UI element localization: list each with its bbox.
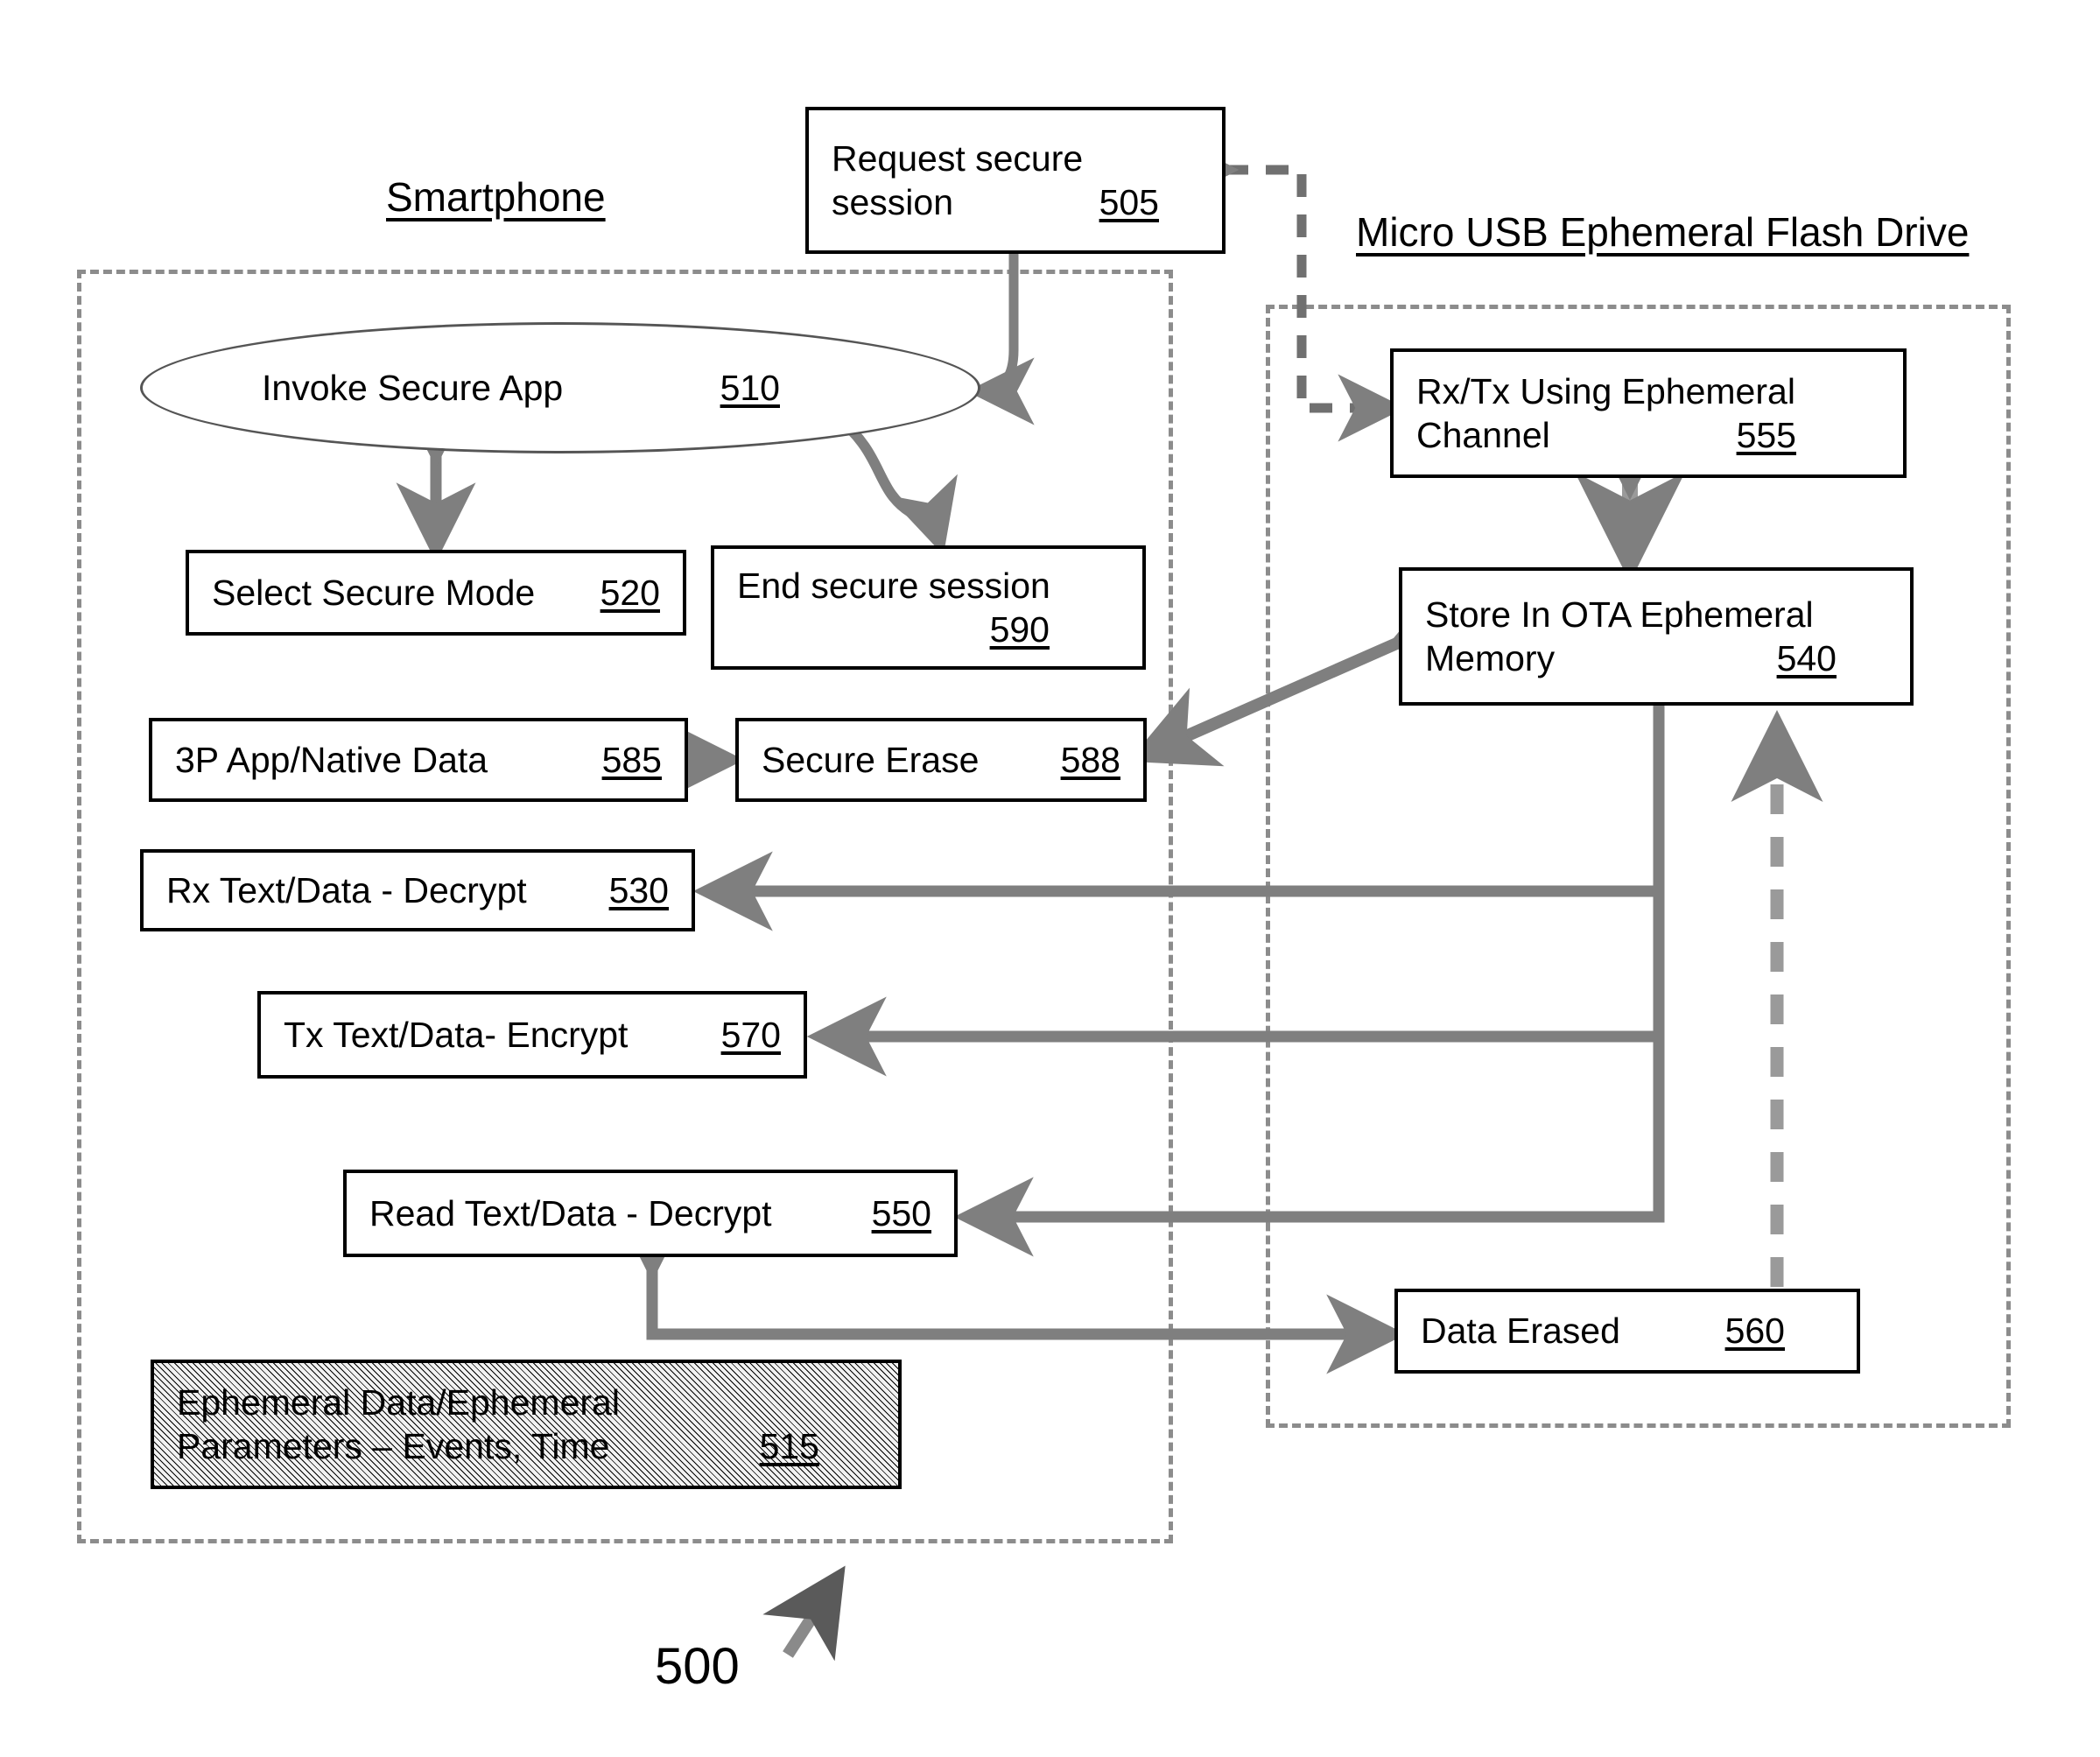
smartphone-header: Smartphone	[386, 174, 606, 220]
node-request-secure-session-ref: 505	[1099, 182, 1159, 222]
node-end-secure-session-ref: 590	[989, 609, 1050, 650]
node-store-ota-ephemeral-memory-ref: 540	[1776, 638, 1837, 678]
node-ephemeral-parameters-line2: Parameters – Events, Time	[177, 1426, 610, 1466]
node-request-secure-session-line2: session	[832, 182, 954, 222]
node-select-secure-mode[interactable]: Select Secure Mode 520	[186, 550, 686, 636]
node-tx-text-data-encrypt-content: Tx Text/Data- Encrypt 570	[261, 1013, 804, 1057]
connector-store-to-secure-erase	[1128, 574, 1481, 767]
node-invoke-secure-app[interactable]: Invoke Secure App 510	[140, 322, 980, 453]
node-tx-text-data-encrypt-ref: 570	[720, 1014, 781, 1055]
node-read-text-data-decrypt-ref: 550	[871, 1192, 931, 1233]
node-data-erased[interactable]: Data Erased 560	[1394, 1289, 1860, 1374]
node-third-party-native-data-label: 3P App/Native Data	[175, 739, 488, 780]
node-select-secure-mode-ref: 520	[600, 572, 660, 613]
node-secure-erase-ref: 588	[1060, 739, 1120, 780]
node-select-secure-mode-label: Select Secure Mode	[212, 572, 536, 613]
node-ephemeral-parameters-line1: Ephemeral Data/Ephemeral	[177, 1381, 620, 1423]
node-ephemeral-parameters-content: Ephemeral Data/Ephemeral Parameters – Ev…	[154, 1381, 898, 1468]
node-store-ota-ephemeral-memory-content: Store In OTA Ephemeral Memory 540	[1402, 593, 1910, 680]
node-third-party-native-data[interactable]: 3P App/Native Data 585	[149, 718, 688, 802]
node-store-ota-ephemeral-memory-line1: Store In OTA Ephemeral	[1425, 594, 1814, 635]
node-invoke-secure-app-label: Invoke Secure App	[262, 367, 564, 408]
node-rx-text-data-decrypt[interactable]: Rx Text/Data - Decrypt 530	[140, 849, 695, 931]
node-tx-text-data-encrypt-label: Tx Text/Data- Encrypt	[284, 1014, 629, 1055]
node-ephemeral-parameters-ref: 515	[759, 1426, 819, 1466]
figure-number-label: 500	[655, 1638, 740, 1695]
connector-invoke-to-end-session	[835, 414, 958, 556]
node-rx-text-data-decrypt-ref: 530	[608, 869, 669, 910]
connector-request-to-invoke	[966, 254, 1035, 425]
node-store-ota-ephemeral-memory[interactable]: Store In OTA Ephemeral Memory 540	[1399, 567, 1914, 706]
node-third-party-native-data-content: 3P App/Native Data 585	[152, 738, 685, 782]
node-tx-text-data-encrypt[interactable]: Tx Text/Data- Encrypt 570	[257, 991, 807, 1079]
node-data-erased-ref: 560	[1724, 1311, 1785, 1352]
node-rx-tx-ephemeral-channel[interactable]: Rx/Tx Using Ephemeral Channel 555	[1390, 348, 1907, 478]
node-rx-tx-ephemeral-channel-ref: 555	[1736, 415, 1796, 455]
node-ephemeral-parameters[interactable]: Ephemeral Data/Ephemeral Parameters – Ev…	[151, 1360, 902, 1489]
connector-store-to-read-decrypt	[953, 1037, 1665, 1257]
node-end-secure-session[interactable]: End secure session 590	[711, 545, 1146, 670]
connector-read-decrypt-to-erased	[612, 1202, 1407, 1374]
node-request-secure-session-line1: Request secure	[832, 137, 1084, 179]
node-invoke-secure-app-ref: 510	[720, 367, 780, 408]
node-request-secure-session-content: Request secure session 505	[809, 137, 1222, 224]
node-secure-erase-label: Secure Erase	[762, 739, 980, 780]
flash-drive-header: Micro USB Ephemeral Flash Drive	[1356, 209, 1970, 255]
node-third-party-native-data-ref: 585	[601, 739, 662, 780]
connector-request-to-rxtx	[1171, 136, 1406, 442]
node-read-text-data-decrypt-label: Read Text/Data - Decrypt	[369, 1192, 772, 1233]
node-rx-tx-ephemeral-channel-content: Rx/Tx Using Ephemeral Channel 555	[1394, 369, 1903, 457]
figure-canvas: Smartphone Micro USB Ephemeral Flash Dri…	[0, 0, 2100, 1757]
node-rx-tx-ephemeral-channel-line1: Rx/Tx Using Ephemeral	[1416, 370, 1795, 411]
node-request-secure-session[interactable]: Request secure session 505	[805, 107, 1226, 254]
connector-store-to-tx-encrypt	[806, 891, 1665, 1077]
node-secure-erase-content: Secure Erase 588	[739, 738, 1143, 782]
node-rx-tx-ephemeral-channel-line2: Channel	[1416, 415, 1550, 455]
node-rx-text-data-decrypt-content: Rx Text/Data - Decrypt 530	[144, 868, 692, 912]
node-data-erased-content: Data Erased 560	[1398, 1309, 1857, 1353]
node-invoke-secure-app-content: Invoke Secure App 510	[143, 366, 978, 410]
node-end-secure-session-line1: End secure session	[737, 565, 1050, 606]
figure-pointer-arrow	[762, 1565, 846, 1662]
node-rx-text-data-decrypt-label: Rx Text/Data - Decrypt	[166, 869, 527, 910]
node-store-ota-ephemeral-memory-line2: Memory	[1425, 638, 1556, 678]
node-read-text-data-decrypt-content: Read Text/Data - Decrypt 550	[347, 1191, 954, 1235]
node-end-secure-session-content: End secure session 590	[714, 564, 1142, 651]
node-secure-erase[interactable]: Secure Erase 588	[735, 718, 1147, 802]
node-data-erased-label: Data Erased	[1421, 1311, 1620, 1352]
node-select-secure-mode-content: Select Secure Mode 520	[189, 571, 683, 615]
node-read-text-data-decrypt[interactable]: Read Text/Data - Decrypt 550	[343, 1170, 958, 1257]
